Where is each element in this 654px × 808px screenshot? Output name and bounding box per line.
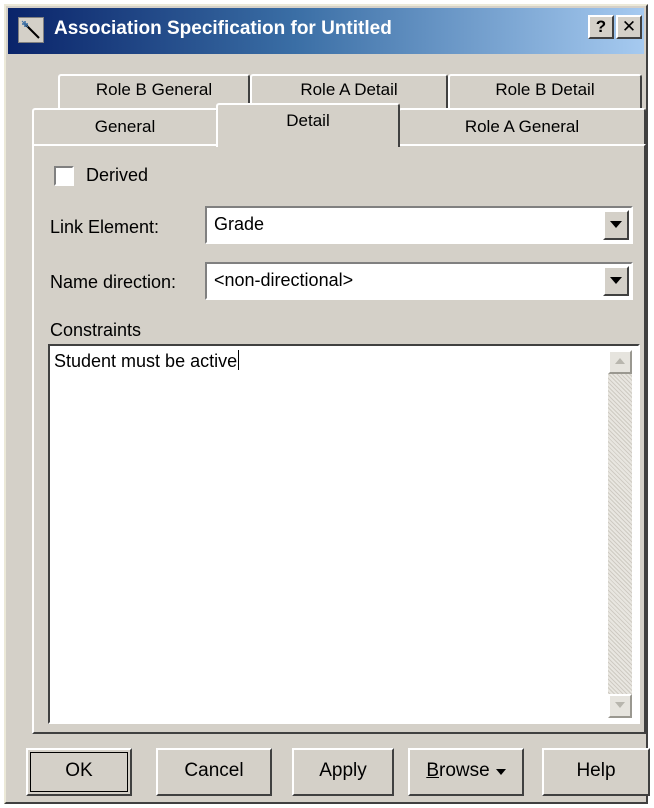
tab-label: Detail xyxy=(286,111,330,130)
tab-role-b-detail[interactable]: Role B Detail xyxy=(448,74,642,108)
browse-accelerator: B xyxy=(426,760,439,781)
constraints-textarea[interactable]: Student must be active xyxy=(48,344,640,724)
constraints-value: Student must be active xyxy=(54,351,238,371)
browse-label-rest: rowse xyxy=(439,760,490,781)
ok-button[interactable]: OK xyxy=(26,748,132,796)
scroll-up-arrow-icon xyxy=(615,358,625,364)
tab-label: Role B General xyxy=(95,80,213,99)
tab-label: Role A General xyxy=(464,117,580,136)
cancel-button[interactable]: Cancel xyxy=(156,748,272,796)
close-button[interactable]: ✕ xyxy=(616,15,642,39)
menu-down-arrow-icon xyxy=(495,769,506,775)
tab-detail[interactable]: Detail xyxy=(216,103,400,147)
tab-label: Role A Detail xyxy=(300,80,398,99)
help-button[interactable]: Help xyxy=(542,748,650,796)
tab-label: General xyxy=(94,117,156,136)
text-caret xyxy=(238,350,240,370)
vertical-scrollbar[interactable] xyxy=(608,350,632,718)
name-direction-label: Name direction: xyxy=(50,272,177,292)
name-direction-dropdown-button[interactable] xyxy=(603,266,629,296)
constraints-label: Constraints xyxy=(50,320,142,340)
link-element-combo[interactable]: Grade xyxy=(205,206,633,244)
scroll-down-button[interactable] xyxy=(608,694,632,718)
derived-label: Derived xyxy=(86,165,149,185)
down-arrow-icon xyxy=(610,277,622,284)
link-element-dropdown-button[interactable] xyxy=(603,210,629,240)
window-title: Association Specification for Untitled xyxy=(54,18,392,39)
name-direction-value: <non-directional> xyxy=(214,270,354,290)
tab-general[interactable]: General xyxy=(32,108,218,144)
scroll-down-arrow-icon xyxy=(615,702,625,708)
constraints-text: Student must be active xyxy=(54,350,240,372)
help-title-button[interactable]: ? xyxy=(588,15,614,39)
magic-wand-icon xyxy=(18,17,44,43)
down-arrow-icon xyxy=(610,221,622,228)
browse-button[interactable]: Browse xyxy=(408,748,524,796)
link-element-label: Link Element: xyxy=(50,217,160,237)
title-bar[interactable]: Association Specification for Untitled xyxy=(8,8,644,54)
name-direction-combo[interactable]: <non-directional> xyxy=(205,262,633,300)
link-element-value: Grade xyxy=(214,214,265,234)
tab-role-a-general[interactable]: Role A General xyxy=(398,108,646,144)
scroll-up-button[interactable] xyxy=(608,350,632,374)
tab-label: Role B Detail xyxy=(495,80,595,99)
association-specification-dialog: Association Specification for Untitled ?… xyxy=(4,4,650,804)
apply-button[interactable]: Apply xyxy=(292,748,394,796)
derived-checkbox[interactable] xyxy=(54,166,74,186)
